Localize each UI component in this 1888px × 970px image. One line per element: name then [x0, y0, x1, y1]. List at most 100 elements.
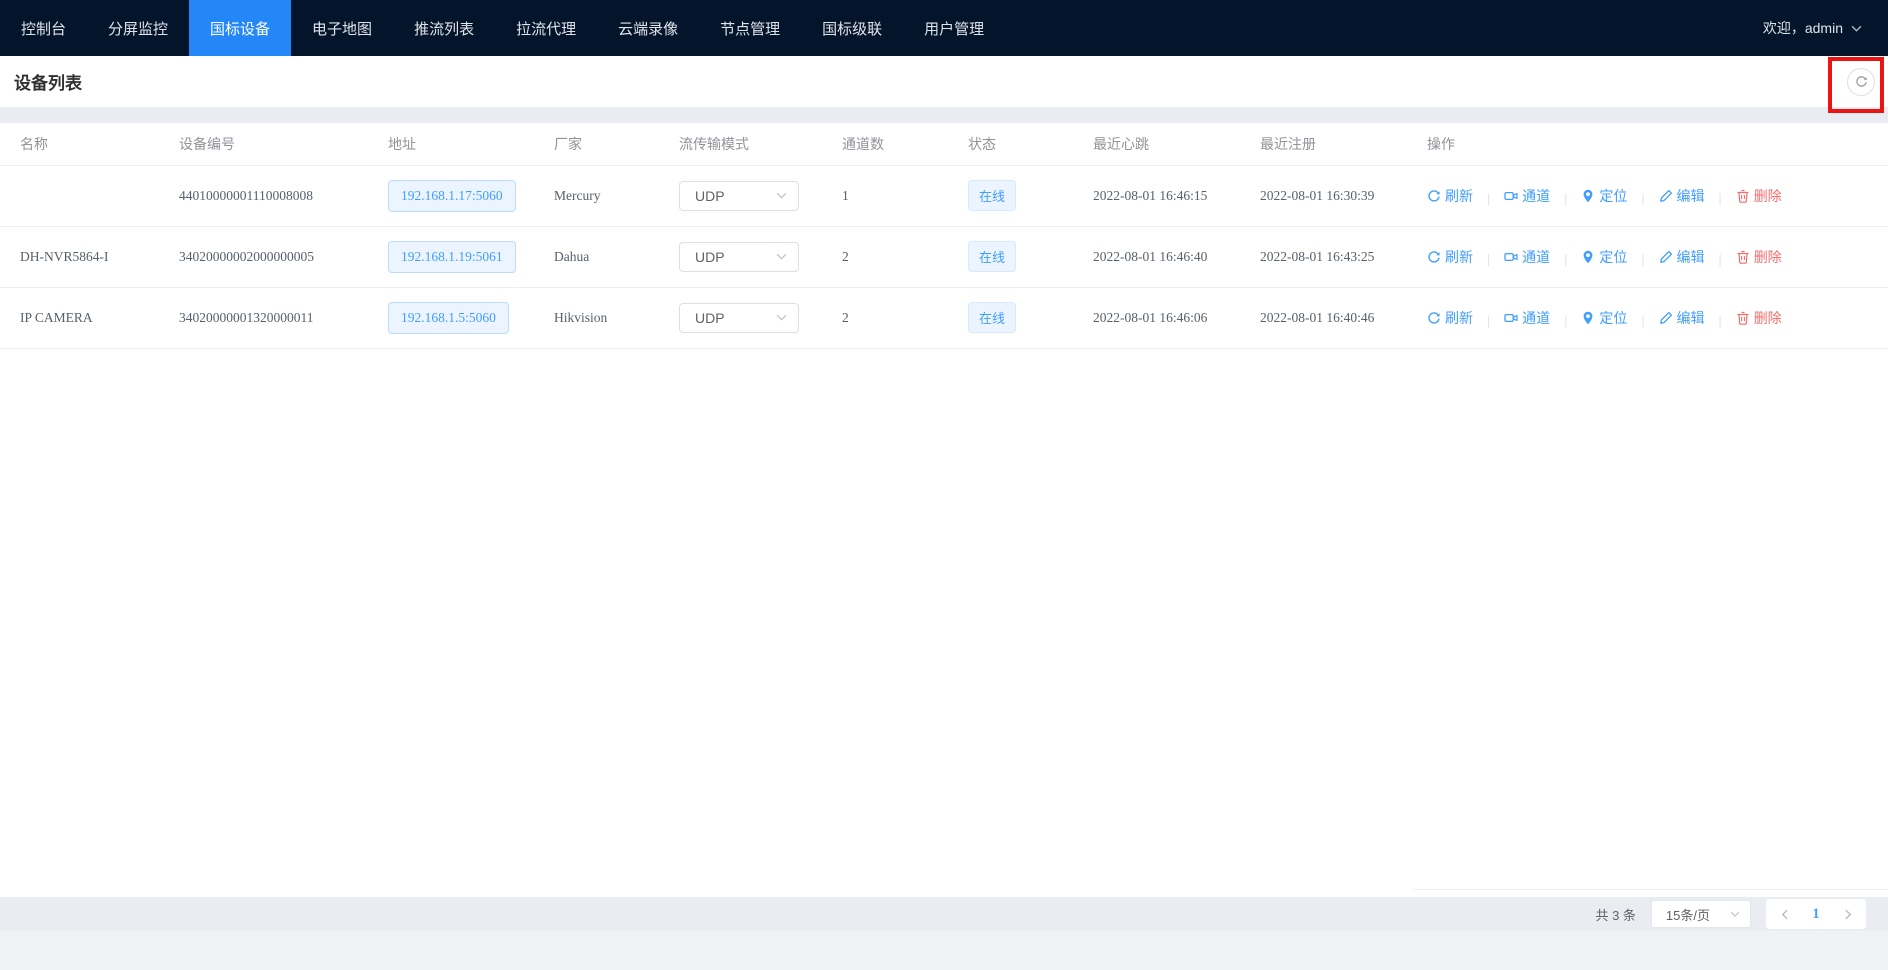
cell-device-id: 44010000001110008008	[165, 165, 374, 226]
edit-action[interactable]: 编辑	[1659, 247, 1705, 267]
cell-operations: 刷新 | 通道 | 定位 |	[1413, 287, 1888, 348]
user-menu[interactable]: 欢迎，admin	[1763, 0, 1888, 56]
separator: |	[1564, 191, 1567, 206]
col-header-registered: 最近注册	[1246, 123, 1413, 165]
op-label: 定位	[1599, 247, 1627, 267]
transport-select[interactable]: UDP	[679, 181, 799, 211]
delete-action[interactable]: 删除	[1736, 247, 1782, 267]
refresh-device-action[interactable]: 刷新	[1427, 247, 1473, 267]
refresh-icon	[1427, 189, 1441, 203]
cell-transport: UDP	[665, 226, 828, 287]
status-badge: 在线	[968, 302, 1016, 333]
col-header-channels: 通道数	[828, 123, 954, 165]
nav-tab-label: 国标级联	[822, 18, 882, 39]
video-camera-icon	[1504, 250, 1518, 264]
op-label: 编辑	[1677, 247, 1705, 267]
prev-page-button[interactable]	[1770, 909, 1800, 920]
cell-transport: UDP	[665, 287, 828, 348]
chevron-down-icon	[776, 190, 787, 201]
next-page-button[interactable]	[1832, 909, 1862, 920]
transport-select[interactable]: UDP	[679, 242, 799, 272]
channels-action[interactable]: 通道	[1504, 186, 1550, 206]
nav-tab[interactable]: 控制台	[0, 0, 87, 56]
separator: |	[1718, 313, 1721, 328]
nav-tab-label: 分屏监控	[108, 18, 168, 39]
op-label: 刷新	[1445, 186, 1473, 206]
page-background	[0, 931, 1888, 970]
separator: |	[1718, 252, 1721, 267]
col-header-name: 名称	[0, 123, 165, 165]
separator: |	[1487, 252, 1490, 267]
location-pin-icon	[1581, 189, 1595, 203]
cell-status: 在线	[954, 287, 1079, 348]
col-header-operations: 操作	[1413, 123, 1888, 165]
refresh-icon	[1855, 75, 1868, 88]
location-pin-icon	[1581, 311, 1595, 325]
transport-select-value: UDP	[695, 249, 725, 265]
nav-tab[interactable]: 节点管理	[699, 0, 801, 56]
locate-action[interactable]: 定位	[1581, 247, 1627, 267]
refresh-icon	[1427, 250, 1441, 264]
nav-tab[interactable]: 国标级联	[801, 0, 903, 56]
cell-name	[0, 165, 165, 226]
top-nav: 控制台 分屏监控 国标设备 电子地图 推流列表 拉流代理 云端录像 节点管理 国…	[0, 0, 1888, 56]
fixed-column-border	[1413, 889, 1888, 890]
nav-tab-label: 电子地图	[312, 18, 372, 39]
nav-tab[interactable]: 拉流代理	[495, 0, 597, 56]
transport-select[interactable]: UDP	[679, 303, 799, 333]
table-row: IP CAMERA 34020000001320000011 192.168.1…	[0, 287, 1888, 348]
delete-action[interactable]: 删除	[1736, 308, 1782, 328]
op-label: 删除	[1754, 308, 1782, 328]
nav-tab[interactable]: 推流列表	[393, 0, 495, 56]
channels-action[interactable]: 通道	[1504, 308, 1550, 328]
device-table-panel: 名称 设备编号 地址 厂家 流传输模式 通道数 状态 最近心跳 最近注册 操作 …	[0, 123, 1888, 897]
nav-tab[interactable]: 云端录像	[597, 0, 699, 56]
cell-transport: UDP	[665, 165, 828, 226]
table-body: 44010000001110008008 192.168.1.17:5060 M…	[0, 165, 1888, 348]
col-header-address: 地址	[374, 123, 540, 165]
chevron-down-icon	[776, 312, 787, 323]
nav-tab[interactable]: 电子地图	[291, 0, 393, 56]
nav-tab[interactable]: 国标设备	[189, 0, 291, 56]
table-row: 44010000001110008008 192.168.1.17:5060 M…	[0, 165, 1888, 226]
channels-action[interactable]: 通道	[1504, 247, 1550, 267]
col-header-device-id: 设备编号	[165, 123, 374, 165]
nav-tab[interactable]: 用户管理	[903, 0, 1005, 56]
separator: |	[1641, 191, 1644, 206]
op-label: 通道	[1522, 186, 1550, 206]
chevron-down-icon	[776, 251, 787, 262]
locate-action[interactable]: 定位	[1581, 186, 1627, 206]
address-tag: 192.168.1.19:5061	[388, 241, 516, 273]
nav-tab-label: 国标设备	[210, 18, 270, 39]
total-count-label: 共 3 条	[1595, 905, 1635, 924]
page-size-value: 15条/页	[1666, 905, 1710, 924]
cell-address: 192.168.1.5:5060	[374, 287, 540, 348]
video-camera-icon	[1504, 311, 1518, 325]
cell-channels: 2	[828, 287, 954, 348]
transport-select-value: UDP	[695, 310, 725, 326]
device-table: 名称 设备编号 地址 厂家 流传输模式 通道数 状态 最近心跳 最近注册 操作 …	[0, 123, 1888, 349]
address-tag: 192.168.1.5:5060	[388, 302, 509, 334]
cell-status: 在线	[954, 226, 1079, 287]
nav-tab-label: 推流列表	[414, 18, 474, 39]
refresh-page-button[interactable]	[1847, 68, 1875, 96]
refresh-device-action[interactable]: 刷新	[1427, 308, 1473, 328]
welcome-label: 欢迎，admin	[1763, 18, 1843, 38]
status-badge: 在线	[968, 180, 1016, 211]
page-size-select[interactable]: 15条/页	[1651, 900, 1751, 928]
refresh-device-action[interactable]: 刷新	[1427, 186, 1473, 206]
locate-action[interactable]: 定位	[1581, 308, 1627, 328]
nav-tab[interactable]: 分屏监控	[87, 0, 189, 56]
cell-last-heartbeat: 2022-08-01 16:46:40	[1079, 226, 1246, 287]
delete-action[interactable]: 删除	[1736, 186, 1782, 206]
edit-action[interactable]: 编辑	[1659, 308, 1705, 328]
cell-name: DH-NVR5864-I	[0, 226, 165, 287]
op-label: 通道	[1522, 247, 1550, 267]
cell-channels: 2	[828, 226, 954, 287]
edit-pen-icon	[1659, 250, 1673, 264]
current-page-number[interactable]: 1	[1800, 906, 1832, 923]
pagination-bar: 共 3 条 15条/页 1	[0, 897, 1888, 931]
edit-action[interactable]: 编辑	[1659, 186, 1705, 206]
op-label: 编辑	[1677, 308, 1705, 328]
edit-pen-icon	[1659, 311, 1673, 325]
